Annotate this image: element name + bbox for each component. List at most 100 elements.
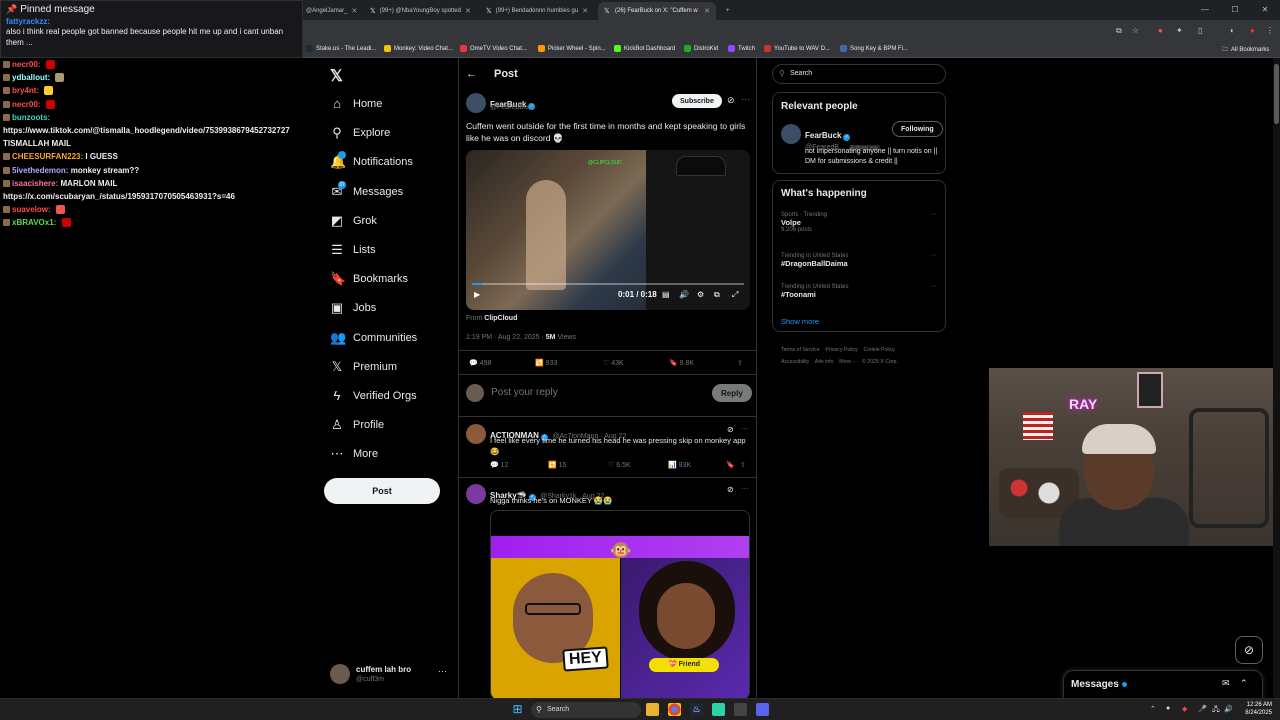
chat-username[interactable]: isaacishere:: [12, 179, 58, 188]
more-icon[interactable]: ···: [930, 283, 937, 290]
browser-tab[interactable]: @AngelJamar_ ✕: [300, 2, 360, 20]
bookmark-item[interactable]: Monkey: Video Chat...: [384, 45, 453, 52]
network-icon[interactable]: 🖧: [1212, 705, 1220, 716]
author-avatar[interactable]: [466, 93, 486, 113]
account-switcher[interactable]: cuffem lah bro @cuff3m ···: [330, 662, 450, 686]
nav-item-messages[interactable]: ✉ 37 Messages: [330, 180, 403, 202]
fullscreen-icon[interactable]: ⤢: [732, 290, 738, 300]
footer-link[interactable]: Terms of Service: [781, 347, 820, 353]
chat-username[interactable]: bunzoots:: [12, 113, 50, 122]
reply-input[interactable]: Post your reply: [491, 387, 558, 398]
nav-item-bookmarks[interactable]: 🔖 Bookmarks: [330, 269, 408, 289]
more-icon[interactable]: ···: [741, 424, 749, 433]
search-input[interactable]: ⚲ Search: [772, 64, 946, 84]
chat-username[interactable]: suavelow:: [12, 205, 51, 214]
app-icon[interactable]: [734, 703, 747, 716]
grok-icon[interactable]: ⊘: [727, 95, 735, 106]
nav-item-lists[interactable]: ☰ Lists: [330, 240, 375, 260]
back-arrow-icon[interactable]: ←: [466, 68, 477, 80]
tray-app-icon[interactable]: ●: [1166, 705, 1170, 712]
chat-username[interactable]: 5ivethedemon:: [12, 166, 68, 175]
volume-icon[interactable]: 🔊: [679, 290, 689, 299]
reply-media[interactable]: 🐵 HEY 💝 Friend: [490, 510, 750, 698]
tray-chevron-icon[interactable]: ⌃: [1150, 705, 1156, 713]
play-icon[interactable]: ▶: [474, 290, 480, 299]
following-button[interactable]: Following: [892, 121, 943, 137]
tray-app-icon[interactable]: ◆: [1182, 705, 1187, 713]
bookmark-item[interactable]: DistroKid: [684, 45, 718, 52]
chat-username[interactable]: xBRAVOx1:: [12, 218, 56, 227]
nav-item-premium[interactable]: 𝕏 Premium: [330, 357, 397, 377]
subscribe-button[interactable]: Subscribe: [672, 94, 722, 108]
cast-icon[interactable]: ⧉: [1116, 26, 1122, 36]
bookmark-item[interactable]: Stake.us - The Leadi...: [306, 45, 376, 52]
more-icon[interactable]: ···: [930, 211, 937, 218]
x-logo-icon[interactable]: 𝕏: [330, 66, 343, 86]
all-bookmarks[interactable]: 🗀 All Bookmarks: [1222, 45, 1269, 55]
chat-username[interactable]: necr00:: [12, 100, 40, 109]
extension-icon[interactable]: ●: [1158, 26, 1163, 35]
volume-icon[interactable]: 🔊: [1224, 705, 1233, 713]
settings-icon[interactable]: ⚙: [697, 290, 704, 299]
person-avatar[interactable]: [781, 124, 801, 144]
close-window-icon[interactable]: ✕: [1250, 0, 1280, 20]
mic-icon[interactable]: 🎤: [1198, 705, 1207, 713]
bookmark-icon[interactable]: 🔖: [726, 461, 735, 469]
browser-tab-active[interactable]: 𝕏 (26) FearBuck on X: "Cuffem w ✕: [598, 2, 716, 20]
chevron-up-icon[interactable]: ⌃: [1240, 678, 1248, 689]
more-icon[interactable]: ···: [930, 252, 937, 259]
puzzle-icon[interactable]: ✦: [1176, 26, 1183, 35]
post-button[interactable]: Post: [324, 478, 440, 504]
nav-item-verified-orgs[interactable]: ϟ Verified Orgs: [330, 386, 417, 406]
trend-item[interactable]: Trending in United States #DragonBallDai…: [781, 253, 848, 268]
bookmark-item[interactable]: Twitch: [728, 45, 755, 52]
browser-tab[interactable]: 𝕏 (99+) @NbaYoungBoy spotted ✕: [364, 2, 476, 20]
reply-avatar[interactable]: [466, 484, 486, 504]
footer-link[interactable]: Ads info: [815, 359, 834, 365]
footer-link[interactable]: Cookie Policy: [863, 347, 894, 353]
reply-action[interactable]: 💬 498: [469, 359, 491, 367]
bookmark-item[interactable]: YouTube to WAV D...: [764, 45, 830, 52]
compose-message-icon[interactable]: ✉: [1222, 678, 1230, 689]
nav-item-notifications[interactable]: 🔔 Notifications: [330, 151, 413, 172]
nav-item-communities[interactable]: 👥 Communities: [330, 328, 417, 348]
views-action[interactable]: 📊 93K: [668, 461, 691, 469]
chat-username[interactable]: CHEESURFAN223:: [12, 152, 83, 161]
nav-item-profile[interactable]: ♙ Profile: [330, 415, 384, 435]
menu-icon[interactable]: ⋮: [1266, 26, 1274, 35]
close-tab-icon[interactable]: ✕: [461, 7, 471, 15]
bookmark-item[interactable]: Song Key & BPM Fi...: [840, 45, 908, 52]
like-action[interactable]: ♡ 43K: [603, 359, 624, 367]
footer-link[interactable]: Privacy Policy: [825, 347, 857, 353]
post-video[interactable]: @CLIPCLOUD ▶ 0:01 / 0:18 ▤ 🔊 ⚙ ⧉ ⤢: [466, 150, 750, 310]
bookmark-item[interactable]: KickBot Dashboard: [614, 45, 675, 52]
close-tab-icon[interactable]: ✕: [700, 7, 710, 15]
taskbar-clock[interactable]: 12:26 AM 8/24/2025: [1238, 701, 1272, 717]
share-icon[interactable]: ⇪: [737, 359, 743, 367]
app-icon[interactable]: [712, 703, 725, 716]
chat-username[interactable]: bry4nt:: [12, 86, 39, 95]
nav-item-home[interactable]: ⌂ Home: [330, 94, 382, 114]
footer-link[interactable]: Accessibility: [781, 359, 809, 365]
close-tab-icon[interactable]: ✕: [347, 7, 357, 15]
nav-item-more[interactable]: ⋯ More: [330, 444, 379, 464]
reply-action[interactable]: 💬 12: [490, 461, 508, 469]
sidepanel-icon[interactable]: ▯: [1198, 26, 1202, 35]
star-icon[interactable]: ☆: [1132, 26, 1139, 35]
more-icon[interactable]: ···: [741, 94, 750, 104]
author-handle[interactable]: @FearedBuck: [490, 104, 535, 111]
new-tab-button[interactable]: +: [720, 2, 736, 20]
grok-floating-button[interactable]: ⊘: [1235, 636, 1263, 664]
bookmark-item[interactable]: Picker Wheel - Spin...: [538, 45, 606, 52]
minimize-icon[interactable]: —: [1190, 0, 1220, 20]
more-icon[interactable]: ···: [741, 484, 749, 493]
share-icon[interactable]: ⇪: [740, 461, 746, 469]
nav-item-explore[interactable]: ⚲ Explore: [330, 123, 390, 143]
repost-action[interactable]: 🔁 15: [548, 461, 566, 469]
browser-tab[interactable]: 𝕏 (99+) Bendadonnn humbles gu ✕: [480, 2, 592, 20]
windows-start-icon[interactable]: ⊞: [511, 703, 524, 716]
close-tab-icon[interactable]: ✕: [578, 7, 588, 15]
maximize-icon[interactable]: ☐: [1220, 0, 1250, 20]
footer-link[interactable]: More ···: [839, 359, 857, 365]
discord-icon[interactable]: [756, 703, 769, 716]
